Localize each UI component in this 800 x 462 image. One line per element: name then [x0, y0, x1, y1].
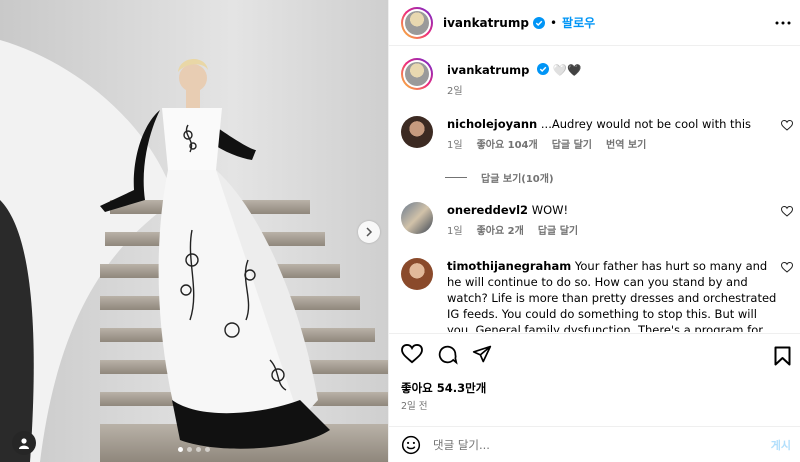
post-header: ivankatrump • 팔로우 — [389, 0, 800, 46]
add-comment-bar: 게시 — [389, 426, 800, 462]
comment-text: WOW! — [531, 203, 569, 217]
caption: ivankatrump 🤍🖤 2일 — [401, 58, 793, 100]
translate-button[interactable]: 번역 보기 — [606, 138, 646, 154]
more-horizontal-icon[interactable] — [775, 16, 791, 30]
like-heart-icon[interactable] — [401, 344, 423, 364]
view-replies-label: 답글 보기(10개) — [481, 174, 554, 185]
comment-time: 1일 — [447, 226, 463, 237]
comment-text: ...Audrey would not be cool with this — [540, 117, 752, 131]
post-comment-button[interactable]: 게시 — [771, 437, 791, 453]
post-side-panel: ivankatrump • 팔로우 ivankatrump 🤍🖤 2일 nich… — [388, 0, 800, 462]
comment-username[interactable]: nicholejoyann — [447, 117, 537, 131]
follow-button[interactable]: 팔로우 — [562, 14, 595, 31]
author-username[interactable]: ivankatrump — [443, 16, 529, 30]
caption-text: 🤍🖤 — [552, 63, 582, 77]
user-icon — [19, 438, 29, 449]
verified-badge-icon — [532, 16, 545, 29]
header-separator: • — [549, 15, 558, 30]
chevron-right-icon — [366, 227, 373, 237]
commenter-avatar[interactable] — [401, 202, 433, 234]
comment-username[interactable]: timothijanegraham — [447, 259, 571, 273]
heart-icon[interactable] — [781, 262, 793, 273]
carousel-dot — [196, 447, 201, 452]
post-photo — [0, 0, 388, 462]
comment-likes[interactable]: 좋아요 2개 — [477, 224, 524, 240]
author-avatar[interactable] — [401, 6, 433, 39]
post-time: 2일 전 — [401, 401, 428, 412]
share-send-icon[interactable] — [472, 344, 492, 364]
likes-count[interactable]: 좋아요 54.3만개 — [401, 380, 486, 396]
comment-item: onereddevl2 WOW! 1일 좋아요 2개 답글 달기 — [401, 202, 793, 240]
author-avatar[interactable] — [401, 58, 433, 90]
heart-icon[interactable] — [781, 206, 793, 217]
replies-divider — [445, 177, 467, 178]
verified-badge-icon — [537, 63, 550, 75]
comment-username[interactable]: onereddevl2 — [447, 203, 528, 217]
carousel-indicator — [178, 447, 210, 452]
comment-item: nicholejoyann ...Audrey would not be coo… — [401, 116, 793, 154]
carousel-dot — [187, 447, 192, 452]
caption-username[interactable]: ivankatrump — [447, 63, 529, 77]
commenter-avatar[interactable] — [401, 116, 433, 148]
reply-button[interactable]: 답글 달기 — [552, 138, 592, 154]
emoji-icon[interactable] — [401, 435, 421, 455]
carousel-dot — [178, 447, 183, 452]
comments-list[interactable]: ivankatrump 🤍🖤 2일 nicholejoyann ...Audre… — [389, 46, 800, 332]
comment-bubble-icon[interactable] — [437, 344, 458, 365]
commenter-avatar[interactable] — [401, 258, 433, 290]
reply-button[interactable]: 답글 달기 — [538, 224, 578, 240]
tagged-users-button[interactable] — [12, 431, 36, 455]
post-media[interactable] — [0, 0, 388, 462]
comment-item: timothijanegraham Your father has hurt s… — [401, 258, 793, 332]
comment-time: 1일 — [447, 140, 463, 151]
caption-time: 2일 — [447, 86, 463, 97]
post-actions: 좋아요 54.3만개 2일 전 — [389, 333, 800, 427]
bookmark-icon[interactable] — [774, 346, 791, 366]
heart-icon[interactable] — [781, 120, 793, 131]
instagram-post: ivankatrump • 팔로우 ivankatrump 🤍🖤 2일 nich… — [0, 0, 800, 462]
carousel-dot — [205, 447, 210, 452]
comment-input[interactable] — [433, 437, 733, 452]
view-replies-button[interactable]: 답글 보기(10개) — [445, 170, 554, 185]
carousel-next-button[interactable] — [358, 221, 380, 243]
comment-likes[interactable]: 좋아요 104개 — [477, 138, 538, 154]
